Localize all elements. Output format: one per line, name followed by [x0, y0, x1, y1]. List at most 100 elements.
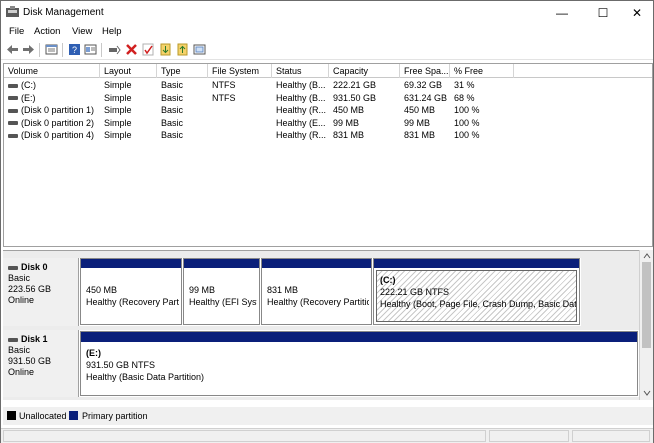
free-space-cell: 831 MB	[404, 130, 436, 140]
disk-map-pane: Disk 0 Basic 223.56 GB Online 450 MB Hea…	[3, 250, 653, 400]
drive-icon	[8, 108, 18, 113]
capacity-cell: 222.21 GB	[333, 80, 377, 90]
partition-bar	[184, 259, 259, 268]
partition-c-drive[interactable]: (C:) 222.21 GB NTFS Healthy (Boot, Page …	[373, 258, 580, 325]
volume-cell: (Disk 0 partition 1)	[4, 104, 100, 117]
partition-e-drive[interactable]: (E:) 931.50 GB NTFS Healthy (Basic Data …	[80, 331, 638, 396]
title-bar[interactable]: Disk Management — ☐ ✕	[1, 1, 653, 24]
disk-label-disk-1[interactable]: Disk 1 Basic 931.50 GB Online	[3, 330, 79, 397]
help-icon[interactable]: ?	[68, 43, 81, 56]
type-cell: Basic	[161, 92, 184, 103]
disk-management-window: Disk Management — ☐ ✕ File Action View H…	[0, 0, 654, 443]
partition-bar	[81, 332, 637, 342]
disk-state: Online	[8, 367, 35, 377]
back-icon[interactable]	[6, 43, 19, 56]
volume-cell: (C:)	[4, 79, 100, 92]
partition-body: (E:) 931.50 GB NTFS Healthy (Basic Data …	[83, 344, 635, 393]
menu-action[interactable]: Action	[34, 26, 60, 37]
delete-icon[interactable]	[125, 43, 138, 56]
partition-disk0-4[interactable]: 831 MB Healthy (Recovery Partitio	[261, 258, 372, 325]
partition-size: 99 MB	[189, 285, 216, 295]
type-cell: Basic	[161, 105, 184, 115]
disk-type: Basic	[8, 345, 31, 355]
layout-cell: Simple	[104, 117, 132, 128]
volume-list-header: Volume Layout Type File System Status Ca…	[4, 64, 652, 78]
volume-cell: (Disk 0 partition 4)	[4, 129, 100, 142]
svg-text:?: ?	[72, 45, 77, 55]
volume-cell: (Disk 0 partition 2)	[4, 117, 100, 130]
disk-list-icon[interactable]	[45, 43, 58, 56]
status-pane	[572, 430, 650, 442]
partition-body-selected: (C:) 222.21 GB NTFS Healthy (Boot, Page …	[376, 270, 577, 322]
connect-icon[interactable]	[108, 43, 121, 56]
file-system-cell	[208, 129, 272, 142]
disk-row-disk-1[interactable]: Disk 1 Basic 931.50 GB Online (E:) 931.5…	[3, 330, 639, 397]
volume-cell: (E:)	[4, 92, 100, 105]
column-header-layout[interactable]: Layout	[100, 64, 157, 78]
partition-bar	[262, 259, 371, 268]
percent-free-cell: 100 %	[454, 130, 480, 140]
window-title: Disk Management	[23, 7, 104, 18]
close-button[interactable]: ✕	[619, 1, 654, 24]
file-system-cell	[208, 117, 272, 130]
status-cell: Healthy (R...	[276, 130, 327, 140]
properties-icon[interactable]	[84, 43, 97, 56]
capacity-cell: 831 MB	[333, 130, 365, 140]
capacity-cell: 99 MB	[333, 117, 360, 128]
minimize-button[interactable]: —	[544, 1, 580, 24]
table-row[interactable]: (C:) Simple Basic NTFS Healthy (B... 222…	[4, 79, 652, 92]
column-header-status[interactable]: Status	[272, 64, 329, 78]
column-header-percent-free[interactable]: % Free	[450, 64, 514, 78]
table-row[interactable]: (Disk 0 partition 1) Simple Basic Health…	[4, 104, 652, 117]
partition-bar	[81, 259, 181, 268]
export-icon[interactable]	[176, 43, 189, 56]
free-space-cell: 450 MB	[404, 105, 436, 115]
check-icon[interactable]	[142, 43, 155, 56]
menu-file[interactable]: File	[9, 26, 24, 37]
layout-cell: Simple	[104, 130, 132, 140]
partition-disk0-2[interactable]: 99 MB Healthy (EFI Syst	[183, 258, 260, 325]
column-header-free-space[interactable]: Free Spa...	[400, 64, 450, 78]
column-header-capacity[interactable]: Capacity	[329, 64, 400, 78]
column-header-volume[interactable]: Volume	[4, 64, 100, 78]
legend-primary-partition: Primary partition	[82, 411, 148, 421]
legend: Unallocated Primary partition	[3, 407, 653, 425]
partition-size: 222.21 GB NTFS	[380, 287, 450, 297]
scroll-up-arrow-icon[interactable]	[643, 253, 651, 259]
percent-free-cell: 100 %	[454, 105, 480, 115]
layout-cell: Simple	[104, 105, 132, 115]
partition-status: Healthy (Recovery Parti	[86, 297, 179, 307]
table-row[interactable]: (Disk 0 partition 2) Simple Basic Health…	[4, 117, 652, 130]
status-cell: Healthy (R...	[276, 105, 327, 115]
type-cell: Basic	[161, 80, 184, 90]
scroll-down-arrow-icon[interactable]	[643, 390, 651, 396]
menu-view[interactable]: View	[72, 26, 92, 37]
menu-help[interactable]: Help	[102, 26, 122, 37]
disk-label-disk-0[interactable]: Disk 0 Basic 223.56 GB Online	[3, 258, 79, 326]
disk-map-scrollbar[interactable]	[639, 250, 653, 400]
maximize-button[interactable]: ☐	[585, 1, 621, 24]
forward-icon[interactable]	[22, 43, 35, 56]
file-system-cell: NTFS	[212, 92, 236, 103]
table-row[interactable]: (E:) Simple Basic NTFS Healthy (B... 931…	[4, 92, 652, 105]
disk-row-disk-0[interactable]: Disk 0 Basic 223.56 GB Online 450 MB Hea…	[3, 258, 581, 326]
toolbar-separator	[39, 43, 40, 57]
drive-icon	[8, 121, 18, 126]
partition-body: 450 MB Healthy (Recovery Parti	[83, 270, 179, 322]
volume-list[interactable]: Volume Layout Type File System Status Ca…	[3, 63, 653, 247]
column-header-type[interactable]: Type	[157, 64, 208, 78]
status-pane	[489, 430, 569, 442]
partition-disk0-1[interactable]: 450 MB Healthy (Recovery Parti	[80, 258, 182, 325]
partition-status: Healthy (EFI Syst	[189, 297, 257, 307]
table-row[interactable]: (Disk 0 partition 4) Simple Basic Health…	[4, 129, 652, 142]
status-bar	[1, 428, 653, 443]
import-icon[interactable]	[159, 43, 172, 56]
refresh-icon[interactable]	[193, 43, 206, 56]
scrollbar-thumb[interactable]	[642, 262, 651, 348]
file-system-cell	[208, 104, 272, 117]
partition-size: 931.50 GB NTFS	[86, 360, 156, 370]
disk-state: Online	[8, 295, 35, 305]
toolbar: ?	[1, 40, 653, 60]
column-header-file-system[interactable]: File System	[208, 64, 272, 78]
partition-body: 831 MB Healthy (Recovery Partitio	[264, 270, 369, 322]
